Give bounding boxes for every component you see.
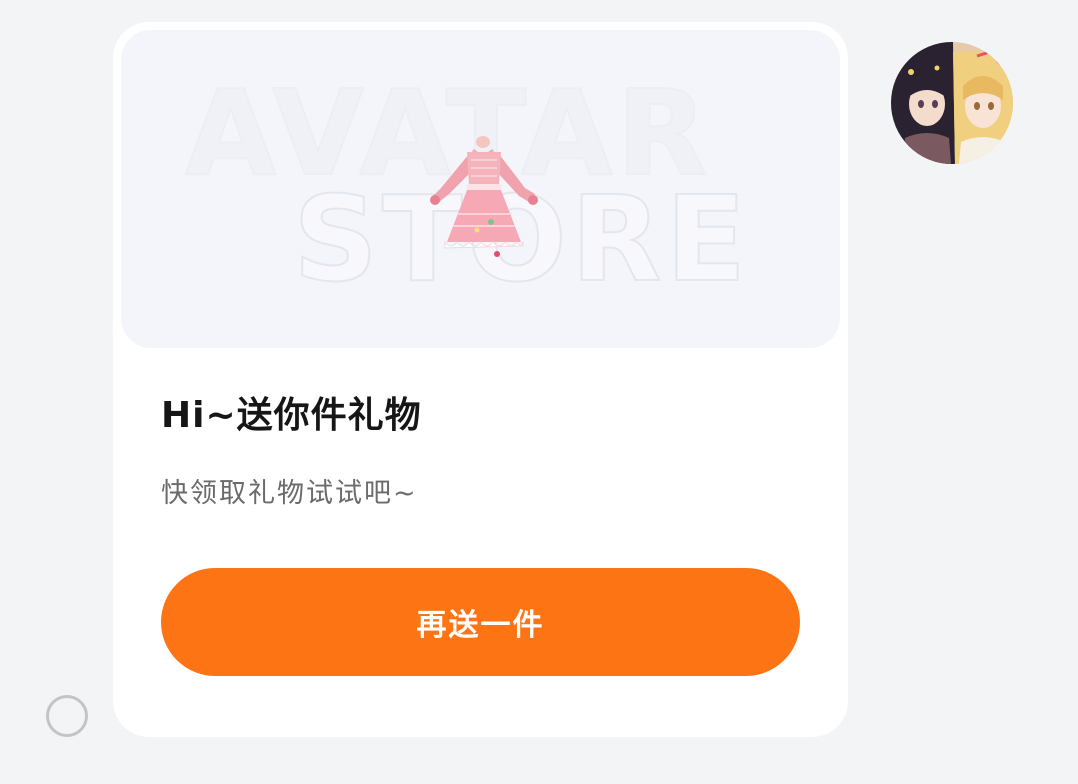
- gift-title: Hi~送你件礼物: [161, 395, 422, 436]
- dress-icon: [430, 136, 538, 257]
- chat-stage: AVATAR STORE Hi~送你件礼物 快领取礼物试试吧~ 再送一件: [0, 0, 1078, 784]
- avatar-portrait-icon: [891, 42, 1013, 164]
- gift-subtitle: 快领取礼物试试吧~: [161, 478, 418, 509]
- send-another-button[interactable]: 再送一件: [161, 568, 800, 676]
- gift-message-card[interactable]: AVATAR STORE Hi~送你件礼物 快领取礼物试试吧~ 再送一件: [113, 22, 848, 737]
- avatar-icon[interactable]: [891, 42, 1013, 164]
- gift-banner: AVATAR STORE: [121, 30, 840, 348]
- select-radio-icon[interactable]: [46, 695, 88, 737]
